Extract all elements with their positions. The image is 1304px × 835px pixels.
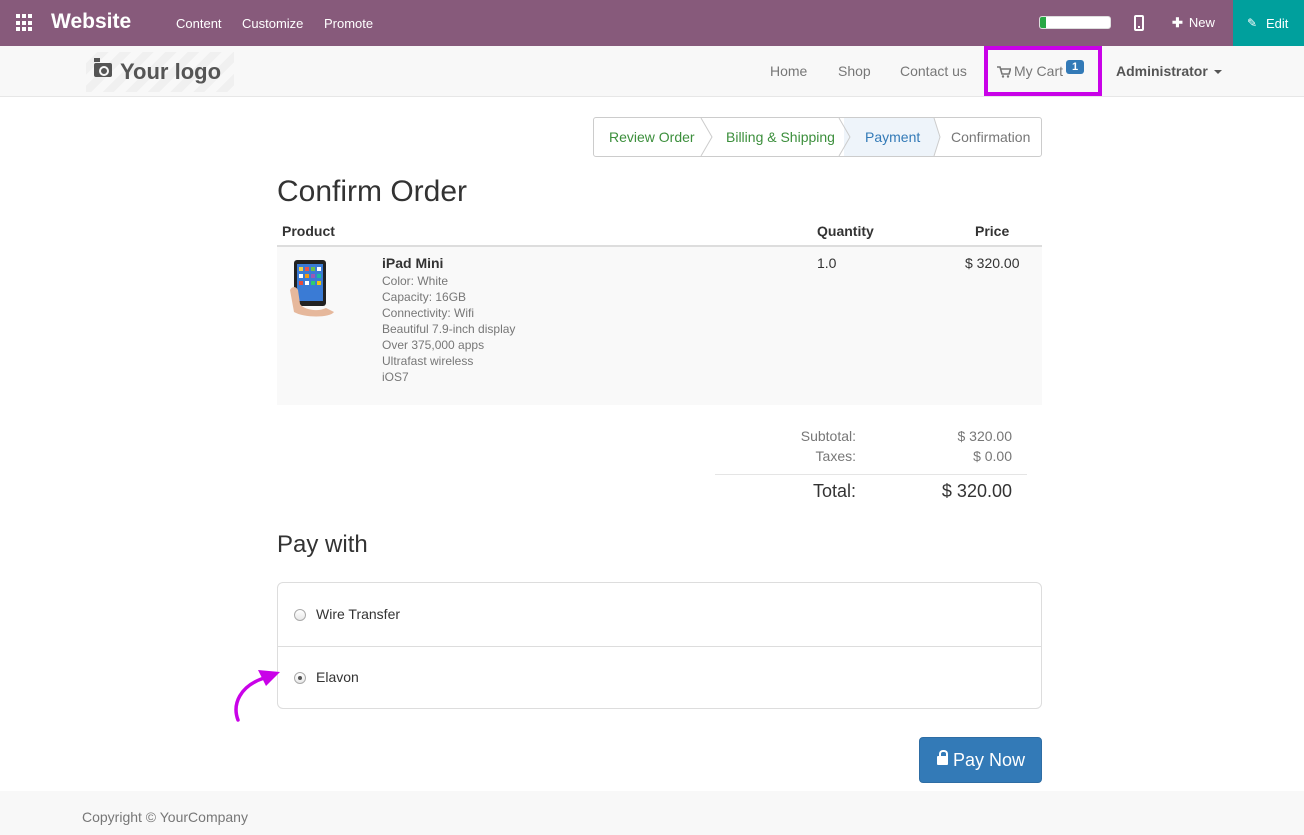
table-row: iPad Mini Color: White Capacity: 16GB Co… [277,247,1042,405]
cart-count-badge: 1 [1066,60,1085,74]
mobile-icon[interactable] [1134,15,1144,31]
taxes-value: $ 0.00 [973,448,1012,464]
payment-methods-panel: Wire Transfer Elavon [277,582,1042,709]
wizard-step-confirmation[interactable]: Confirmation [934,118,1041,156]
nav-shop[interactable]: Shop [838,63,871,79]
logo-text: Your logo [120,59,222,84]
edit-button-label: Edit [1266,16,1289,31]
caret-down-icon [1213,70,1222,75]
user-menu[interactable]: Administrator [1116,63,1222,79]
pay-now-button[interactable]: Pay Now [919,737,1042,783]
total-value: $ 320.00 [941,481,1012,501]
cart-label: My Cart [1014,63,1063,79]
column-header-product: Product [282,223,335,239]
menu-promote[interactable]: Promote [324,16,373,31]
progress-indicator [1039,16,1111,29]
subtotal-label: Subtotal: [800,428,856,444]
product-attribute: Over 375,000 apps [382,338,485,352]
my-cart-link[interactable]: My Cart 1 [984,46,1102,96]
product-price: $ 320.00 [965,255,1020,271]
new-button[interactable]: ✚ New [1172,15,1215,31]
total-label: Total: [812,481,856,501]
annotation-arrow-icon [234,670,280,722]
radio-elavon[interactable] [294,672,306,684]
taxes-label: Taxes: [815,448,856,464]
product-attribute: Connectivity: Wifi [382,306,475,320]
site-header: Your logo Home Shop Contact us My Cart 1… [0,46,1304,97]
wizard-step-payment[interactable]: Payment [844,118,934,156]
product-name[interactable]: iPad Mini [382,255,443,271]
product-image[interactable] [290,260,338,318]
wizard-step-billing-shipping[interactable]: Billing & Shipping [706,118,844,156]
camera-icon [94,58,112,77]
wizard-separator [928,118,941,156]
product-attribute: iOS7 [382,370,409,384]
pencil-icon: ✎ [1247,16,1258,30]
nav-contact-us[interactable]: Contact us [900,63,967,79]
wizard-step-label: Review Order [609,129,695,145]
product-attribute: Capacity: 16GB [382,290,467,304]
product-attribute: Beautiful 7.9-inch display [382,322,516,336]
site-footer: Copyright © YourCompany [0,791,1304,835]
column-header-price: Price [975,223,1010,239]
admin-topbar: Website Content Customize Promote ✚ New ✎… [0,0,1304,46]
wizard-step-review-order[interactable]: Review Order [594,118,706,156]
edit-button[interactable]: ✎ Edit [1233,0,1304,46]
product-attribute: Color: White [382,274,449,288]
product-quantity: 1.0 [817,255,837,271]
copyright-text: Copyright © YourCompany [82,809,248,825]
wizard-step-label: Payment [865,129,921,145]
pay-with-heading: Pay with [277,531,368,558]
subtotal-value: $ 320.00 [957,428,1013,444]
wizard-separator [838,118,851,156]
checkout-wizard: Review Order Billing & Shipping Payment … [593,117,1042,157]
wizard-separator [700,118,713,156]
app-brand: Website [51,10,132,33]
radio-wire-transfer[interactable] [294,609,306,621]
lock-icon [937,750,948,765]
payment-method-label[interactable]: Wire Transfer [316,606,400,622]
column-header-quantity: Quantity [817,223,874,239]
wizard-step-label: Billing & Shipping [726,129,835,145]
payment-method-label[interactable]: Elavon [316,669,359,685]
apps-grid-icon[interactable] [16,14,34,32]
progress-fill [1040,17,1046,28]
plus-icon: ✚ [1172,15,1183,30]
page-title: Confirm Order [277,175,468,208]
menu-customize[interactable]: Customize [242,16,303,31]
wizard-step-label: Confirmation [951,129,1031,145]
new-button-label: New [1188,15,1215,30]
menu-content[interactable]: Content [176,16,222,31]
cart-icon [997,66,1011,78]
payment-divider [278,646,1041,647]
pay-now-label: Pay Now [953,750,1026,770]
product-attribute: Ultrafast wireless [382,354,474,368]
user-menu-label: Administrator [1116,63,1208,79]
site-logo[interactable]: Your logo [86,52,234,92]
totals-divider [715,474,1027,475]
nav-home[interactable]: Home [770,63,807,79]
